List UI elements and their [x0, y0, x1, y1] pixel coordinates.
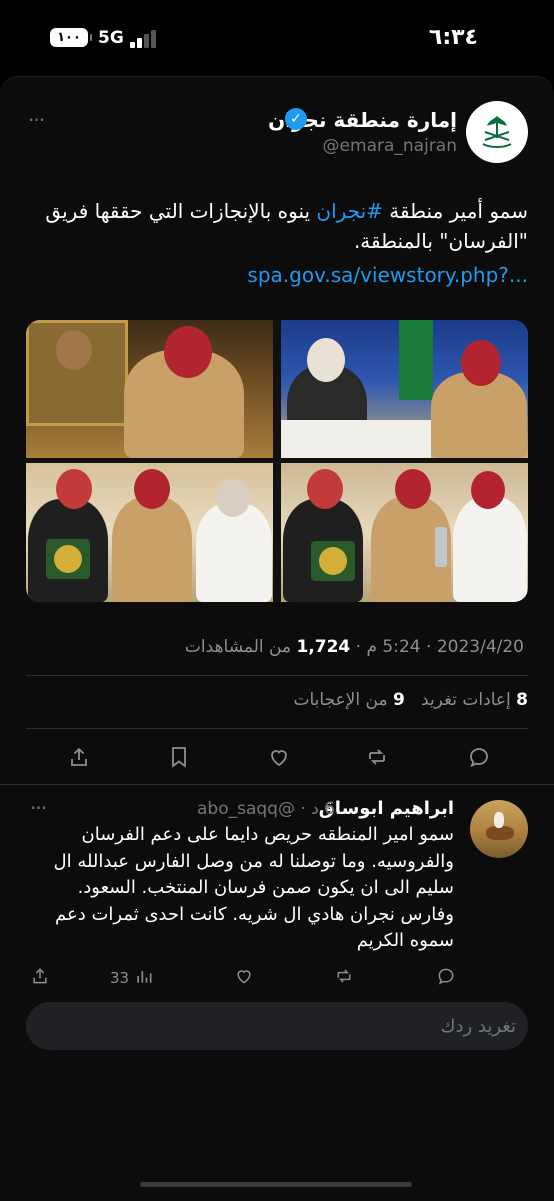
medal [319, 547, 347, 575]
figure-head [216, 479, 250, 517]
figure-head [307, 338, 345, 382]
views-icon[interactable] [134, 966, 156, 988]
reply-display-name[interactable]: ابراهيم ابوساق [319, 798, 454, 819]
divider [26, 675, 528, 676]
heart-icon[interactable] [264, 742, 294, 772]
more-options-icon[interactable]: ··· [28, 108, 45, 132]
emirate-logo-icon [482, 116, 512, 148]
reply-handle[interactable]: 6 د · @abo_saqq [197, 799, 335, 819]
views-label: من المشاهدات [184, 637, 292, 657]
photo-2[interactable] [281, 320, 528, 458]
avatar[interactable] [466, 101, 528, 163]
reply-text: سمو امير المنطقه حريص دايما على دعم الفر… [53, 824, 454, 951]
reply-handle-text: @abo_saqq [197, 799, 295, 819]
figure-head [395, 469, 431, 509]
reply-heart-icon[interactable] [234, 966, 256, 988]
figure [196, 503, 272, 602]
user-handle[interactable]: @emara_najran [323, 136, 457, 156]
hashtag-link[interactable]: #نجران [316, 199, 383, 223]
photo-4[interactable] [281, 463, 528, 602]
rider-shape [494, 812, 504, 828]
photo-1[interactable] [26, 320, 273, 458]
figure [453, 497, 527, 602]
figure-head [461, 340, 501, 386]
home-indicator[interactable] [140, 1182, 412, 1187]
views-count: 1,724 [296, 637, 351, 657]
figure-head [164, 326, 212, 378]
reply-avatar[interactable] [470, 800, 528, 858]
likes-count[interactable]: 9 [393, 690, 405, 710]
figure-head [56, 469, 92, 509]
engagement-stats: 8 إعادات تغريد 9 من الإعجابات [293, 690, 528, 710]
tweet-link[interactable]: spa.gov.sa/viewstory.php?... [247, 263, 528, 287]
trophy [435, 527, 447, 567]
figure-head [307, 469, 343, 509]
reply-more-options-icon[interactable]: ··· [30, 796, 47, 820]
tweet-text-part: سمو أمير منطقة [382, 199, 528, 223]
photo-3[interactable] [26, 463, 273, 602]
table [281, 420, 431, 458]
tweet-meta: 2023/4/20 · 5:24 م · 1,724 من المشاهدات [184, 637, 524, 657]
reply-reply-icon[interactable] [436, 966, 458, 988]
status-bar: ١٠٠ 5G ٦:٣٤ [0, 0, 554, 76]
retweets-label[interactable]: إعادات تغريد [421, 690, 511, 710]
battery-icon: ١٠٠ [50, 28, 92, 47]
reply-icon[interactable] [464, 742, 494, 772]
figure [112, 497, 192, 602]
verified-badge-icon: ✓ [285, 108, 307, 130]
figure-head [134, 469, 170, 509]
reply-age: 6 د [311, 799, 335, 819]
divider [26, 728, 528, 729]
reply-composer[interactable] [26, 1002, 534, 1050]
clock: ٦:٣٤ [428, 25, 478, 50]
media-grid [26, 320, 528, 602]
tweet-date: 2023/4/20 [436, 637, 524, 657]
reply-views-count: 33 [110, 969, 130, 987]
network-type: 5G [98, 28, 124, 48]
medal [54, 545, 82, 573]
tweet-text: سمو أمير منطقة #نجران ينوه بالإنجازات ال… [18, 196, 528, 256]
reply-share-icon[interactable] [30, 966, 52, 988]
share-icon[interactable] [64, 742, 94, 772]
tweet-time: 5:24 م [366, 637, 421, 657]
figure-head [56, 330, 92, 370]
likes-label[interactable]: من الإعجابات [293, 690, 387, 710]
reply-retweet-icon[interactable] [334, 966, 356, 988]
flag [399, 320, 433, 400]
figure-head [471, 471, 505, 509]
horse-shape [486, 826, 514, 840]
signal-icon [130, 30, 160, 48]
bookmark-icon[interactable] [164, 742, 194, 772]
retweets-count[interactable]: 8 [516, 690, 528, 710]
retweet-icon[interactable] [362, 742, 392, 772]
divider [0, 784, 554, 785]
reply-input[interactable] [26, 1002, 534, 1050]
